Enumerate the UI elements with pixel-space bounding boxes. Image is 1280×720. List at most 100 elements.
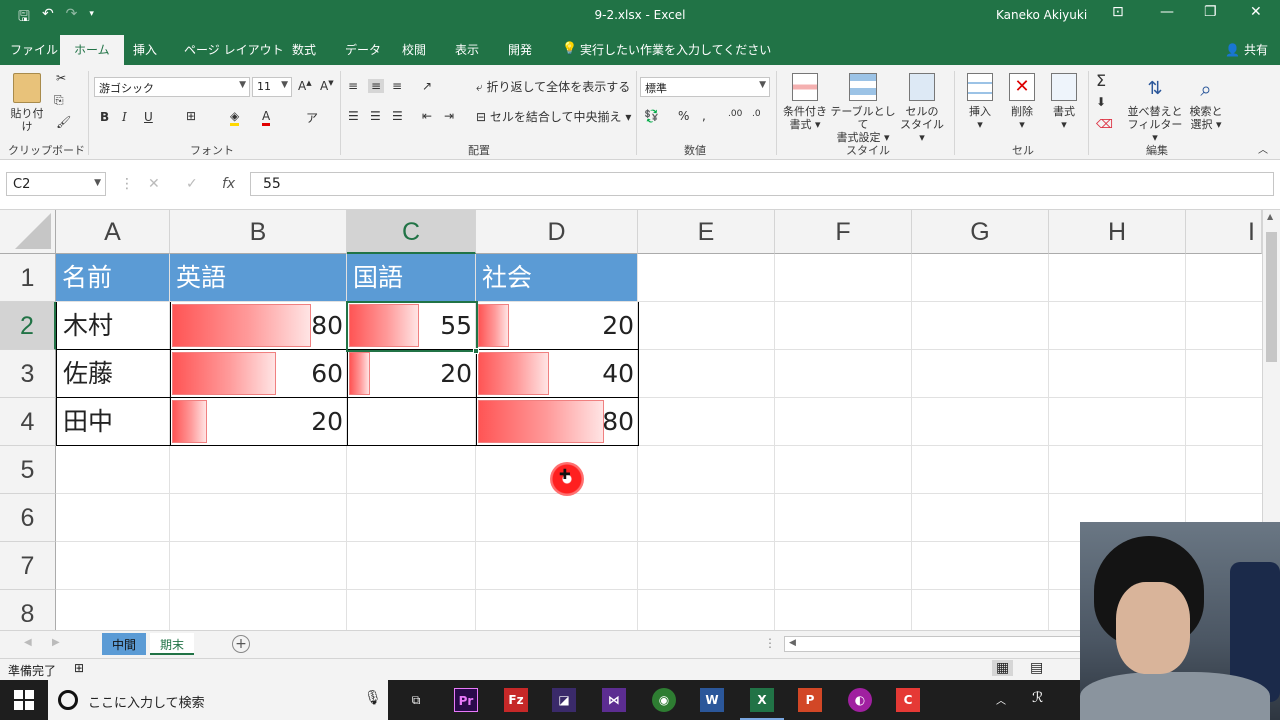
windows-start-icon[interactable]	[14, 690, 34, 710]
column-header-a[interactable]: A	[56, 210, 170, 254]
align-top-icon[interactable]: ≡	[348, 79, 358, 93]
tab-formulas[interactable]: 数式	[292, 41, 316, 58]
row-header-8[interactable]: 8	[0, 590, 56, 630]
powerpoint-icon[interactable]: P	[798, 688, 822, 712]
people-icon[interactable]: ℛ	[1032, 690, 1043, 706]
column-header-f[interactable]: F	[775, 210, 912, 254]
tray-expand-icon[interactable]: ︿	[996, 692, 1006, 707]
prev-sheet-icon[interactable]: ◀	[24, 637, 32, 648]
excel-icon[interactable]: X	[740, 688, 784, 720]
sheet-tab-midterm[interactable]: 中間	[102, 633, 147, 655]
user-name[interactable]: Kaneko Akiyuki	[996, 8, 1087, 22]
tab-developer[interactable]: 開発	[508, 41, 532, 58]
cell-a4[interactable]: 田中	[56, 398, 171, 446]
tab-page-layout[interactable]: ページ レイアウト	[184, 41, 284, 58]
scroll-thumb[interactable]	[1266, 232, 1277, 362]
column-header-e[interactable]: E	[638, 210, 775, 254]
task-view-icon[interactable]: ⧉	[404, 688, 428, 712]
tab-data[interactable]: データ	[345, 41, 381, 58]
scroll-left-icon[interactable]: ◀	[789, 638, 796, 648]
camtasia-recorder-icon[interactable]: ◐	[848, 688, 872, 712]
close-icon[interactable]: ✕	[1250, 4, 1262, 20]
cell-a1[interactable]: 名前	[56, 254, 170, 302]
insert-function-icon[interactable]: fx	[222, 176, 235, 192]
tell-me-box[interactable]: 実行したい作業を入力してください	[580, 41, 771, 58]
add-sheet-icon[interactable]: +	[232, 635, 250, 653]
row-header-1[interactable]: 1	[0, 254, 56, 302]
delete-cells-button[interactable]: ✕ 削除 ▾	[1004, 73, 1040, 131]
wrap-text-button[interactable]: ⤶ 折り返して全体を表示する	[476, 81, 630, 94]
cell-b4[interactable]: 20	[170, 398, 348, 446]
minimize-icon[interactable]: —	[1160, 4, 1174, 20]
column-header-i[interactable]: I	[1186, 210, 1262, 254]
row-header-2[interactable]: 2	[0, 302, 56, 350]
camtasia-icon[interactable]: C	[896, 688, 920, 712]
format-as-table-button[interactable]: テーブルとして 書式設定 ▾	[830, 73, 896, 144]
cell-a3[interactable]: 佐藤	[56, 350, 171, 398]
cell-d4[interactable]: 80	[476, 398, 639, 446]
page-layout-view-icon[interactable]: ▤	[1030, 660, 1043, 676]
comma-icon[interactable]: ,	[702, 109, 706, 123]
format-cells-button[interactable]: 書式 ▾	[1046, 73, 1082, 131]
underline-icon[interactable]: U	[144, 110, 153, 124]
align-left-icon[interactable]: ☰	[348, 109, 359, 123]
column-header-b[interactable]: B	[170, 210, 347, 254]
bold-icon[interactable]: B	[100, 110, 109, 124]
column-header-g[interactable]: G	[912, 210, 1049, 254]
next-sheet-icon[interactable]: ▶	[52, 637, 60, 648]
column-header-h[interactable]: H	[1049, 210, 1186, 254]
cell-c4[interactable]	[347, 398, 477, 446]
row-header-4[interactable]: 4	[0, 398, 56, 446]
cell-a2[interactable]: 木村	[56, 302, 171, 350]
font-name-select[interactable]: 游ゴシック ▼	[94, 77, 250, 97]
filezilla-icon[interactable]: Fz	[504, 688, 528, 712]
tab-split-handle[interactable]: ⋮	[764, 636, 776, 650]
increase-indent-icon[interactable]: ⇥	[444, 109, 454, 123]
tab-file[interactable]: ファイル	[10, 41, 58, 58]
sort-filter-button[interactable]: ⇅ 並べ替えと フィルター ▾	[1126, 73, 1184, 144]
cell-d3[interactable]: 40	[476, 350, 639, 398]
select-all-button[interactable]	[0, 210, 56, 254]
find-select-button[interactable]: ⌕ 検索と 選択 ▾	[1186, 73, 1226, 131]
cut-icon[interactable]: ✂	[56, 71, 66, 85]
row-header-3[interactable]: 3	[0, 350, 56, 398]
macro-record-icon[interactable]: ⊞	[74, 661, 84, 675]
shrink-font-icon[interactable]: A▼	[320, 79, 334, 93]
restore-icon[interactable]: ❐	[1204, 4, 1217, 20]
borders-icon[interactable]: ⊞	[186, 109, 196, 123]
font-size-select[interactable]: 11 ▼	[252, 77, 292, 97]
name-box[interactable]: C2 ▼	[6, 172, 106, 196]
copy-icon[interactable]: ⎘	[54, 93, 64, 108]
ribbon-display-icon[interactable]: ⊡	[1112, 4, 1124, 20]
row-header-7[interactable]: 7	[0, 542, 56, 590]
grow-font-icon[interactable]: A▲	[298, 79, 312, 93]
merge-center-button[interactable]: ⊟ セルを結合して中央揃え ▾	[476, 111, 631, 124]
cell-b1[interactable]: 英語	[170, 254, 347, 302]
percent-icon[interactable]: %	[678, 109, 689, 123]
cell-b2[interactable]: 80	[170, 302, 348, 350]
font-color-icon[interactable]: A	[262, 109, 271, 126]
taskbar-search[interactable]: ここに入力して検索 🎙	[48, 680, 388, 720]
insert-cells-button[interactable]: 挿入 ▾	[962, 73, 998, 131]
collapse-ribbon-icon[interactable]: ︿	[1258, 141, 1268, 156]
cell-c2[interactable]: 55	[347, 302, 477, 350]
number-format-select[interactable]: 標準 ▼	[640, 77, 770, 97]
visual-studio-icon[interactable]: ⋈	[602, 688, 626, 712]
phonetic-icon[interactable]: ア	[306, 109, 318, 126]
cell-c3[interactable]: 20	[347, 350, 477, 398]
tab-home[interactable]: ホーム	[60, 35, 124, 65]
scroll-up-icon[interactable]: ▲	[1267, 212, 1273, 221]
confirm-entry-icon[interactable]: ✓	[186, 176, 198, 192]
autosum-icon[interactable]: Σ	[1096, 71, 1106, 90]
cell-b3[interactable]: 60	[170, 350, 348, 398]
clear-icon[interactable]: ⌫	[1096, 117, 1113, 131]
align-center-icon[interactable]: ☰	[370, 109, 381, 123]
tab-insert[interactable]: 挿入	[133, 41, 157, 58]
cell-d1[interactable]: 社会	[476, 254, 638, 302]
microphone-icon[interactable]: 🎙	[364, 690, 382, 706]
horizontal-scrollbar[interactable]: ◀	[784, 636, 1084, 652]
cell-d2[interactable]: 20	[476, 302, 639, 350]
cell-c1[interactable]: 国語	[347, 254, 476, 302]
align-middle-icon[interactable]: ≡	[368, 79, 385, 93]
sheet-tab-final[interactable]: 期末	[150, 633, 195, 655]
